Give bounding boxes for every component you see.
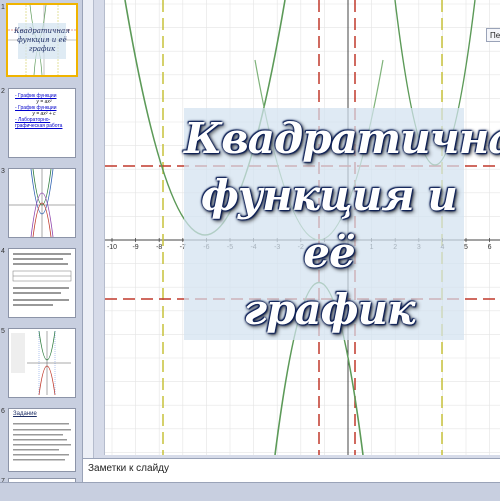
left-scroll-edge[interactable] xyxy=(83,0,94,458)
slide-thumbnails-pane[interactable]: 1 Квадратичная функция и её график 2 - Г… xyxy=(0,0,83,482)
pane-tab[interactable]: Пер xyxy=(486,28,500,42)
thumbnail-slide-5[interactable] xyxy=(8,328,76,398)
status-bar xyxy=(0,482,500,501)
notes-pane[interactable]: Заметки к слайду xyxy=(83,458,500,483)
x-tick-label: 6 xyxy=(488,244,492,251)
x-tick-label: -9 xyxy=(132,244,138,251)
x-tick-label: -8 xyxy=(156,244,162,251)
thumb-graph xyxy=(11,330,71,396)
thumb-number: 3 xyxy=(1,168,5,175)
notes-placeholder: Заметки к слайду xyxy=(88,463,169,474)
thumb-graph xyxy=(9,169,75,237)
thumb-number: 5 xyxy=(1,328,5,335)
slide-canvas[interactable]: -10-9-8-7-6-5-4-3-2-101234567 Квадратичн… xyxy=(104,0,500,455)
thumb-number: 1 xyxy=(1,4,5,11)
thumbnail-slide-1[interactable]: Квадратичная функция и её график xyxy=(6,3,78,77)
thumbnail-slide-4[interactable] xyxy=(8,248,76,318)
thumbnail-slide-2[interactable]: - График функции y = ax² - График функци… xyxy=(8,88,76,158)
x-tick-label: -10 xyxy=(107,244,117,251)
slide-title-line: функция и её xyxy=(201,171,458,277)
slide-title[interactable]: Квадратичная функция и её график xyxy=(184,110,500,338)
thumb-number: 4 xyxy=(1,248,5,255)
thumb-text-lines xyxy=(13,423,71,461)
thumb-title-line: график xyxy=(28,45,56,53)
thumbnail-slide-3[interactable] xyxy=(8,168,76,238)
thumb-number: 2 xyxy=(1,88,5,95)
thumb-title: Квадратичная функция и её график xyxy=(12,27,72,54)
thumb-title-line: Квадратичная xyxy=(14,27,70,35)
thumb-text-lines xyxy=(12,253,72,306)
slide-title-line: Квадратичная xyxy=(184,114,500,163)
thumb-title-line: функция и её xyxy=(17,36,67,44)
thumb-link[interactable]: - Лабораторно-графическая работа xyxy=(15,117,73,129)
slide-title-line: график xyxy=(243,285,415,334)
thumb-number: 6 xyxy=(1,408,5,415)
thumbnail-slide-6[interactable]: Задание xyxy=(8,408,76,472)
